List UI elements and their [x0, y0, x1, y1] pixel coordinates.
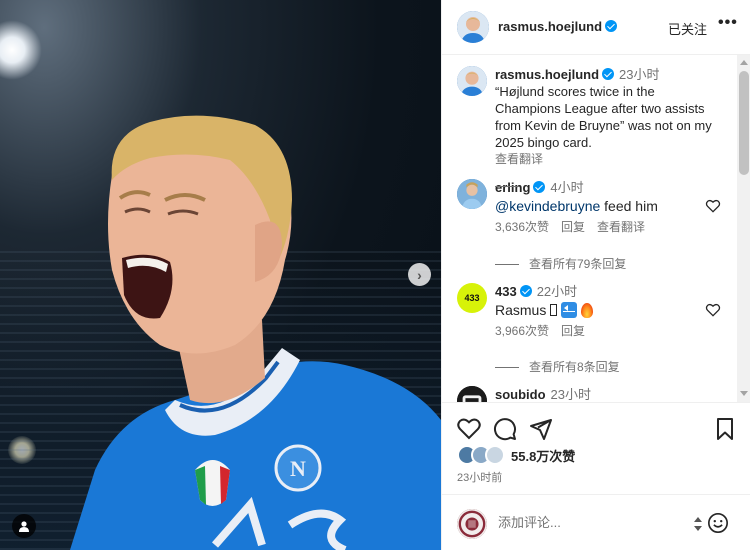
instagram-post-viewer: N › rasmus.hoejlund 已关注 ••• rasmus.hoejl…	[0, 0, 750, 550]
current-user-avatar[interactable]	[457, 509, 487, 539]
next-photo-button[interactable]: ›	[408, 263, 431, 286]
tofu-glyph-icon	[550, 304, 558, 316]
heart-icon[interactable]	[705, 199, 721, 213]
scroll-up-icon[interactable]	[740, 60, 748, 65]
caption-avatar[interactable]	[457, 66, 487, 96]
player-illustration: N	[70, 115, 441, 550]
liker-avatar	[485, 445, 505, 465]
comment-text-body: Rasmus	[495, 302, 551, 318]
verified-icon	[602, 68, 615, 80]
author-name-row: rasmus.hoejlund	[498, 19, 618, 34]
comment-mention-link[interactable]: @kevindebruyne	[495, 198, 600, 214]
comment-translate-link[interactable]: 查看翻译	[597, 220, 645, 234]
heart-icon[interactable]	[705, 303, 721, 317]
avatar-image	[457, 386, 487, 402]
avatar-image	[457, 66, 487, 96]
caption-text: “Højlund scores twice in the Champions L…	[495, 84, 712, 150]
comment-meta: 3,966次赞 回复	[495, 323, 715, 340]
caption-time: 23小时	[619, 67, 660, 82]
commenter-avatar[interactable]	[457, 386, 487, 402]
chevron-right-icon: ›	[417, 266, 422, 283]
input-stepper-icon[interactable]	[693, 516, 703, 532]
caption-username[interactable]: rasmus.hoejlund	[495, 67, 599, 82]
comment-time: 22小时	[536, 284, 578, 299]
avatar-image	[457, 509, 487, 539]
post-side-panel: rasmus.hoejlund 已关注 ••• rasmus.hoejlund …	[441, 0, 750, 550]
comments-list[interactable]: rasmus.hoejlund 23小时 “Højlund scores twic…	[442, 55, 737, 402]
avatar-433-label: 433	[464, 293, 480, 303]
verified-icon	[519, 285, 532, 297]
comment-likes[interactable]: 3,966次赞	[495, 324, 549, 338]
avatar-image	[457, 179, 487, 209]
verified-icon	[605, 20, 618, 32]
caption-translate-link[interactable]: 查看翻译	[495, 151, 715, 168]
scroll-thumb[interactable]	[739, 71, 749, 175]
post-actions: 55.8万次赞 23小时前	[442, 402, 750, 494]
bookmark-icon[interactable]	[713, 417, 737, 441]
caption-body: rasmus.hoejlund 23小时 “Højlund scores twic…	[495, 66, 715, 168]
likes-count[interactable]: 55.8万次赞	[511, 446, 575, 465]
tagged-users-button[interactable]	[12, 514, 36, 538]
add-comment-input[interactable]	[498, 515, 678, 530]
view-replies-link[interactable]	[495, 179, 529, 193]
comment-reply-button[interactable]: 回复	[561, 324, 585, 338]
fire-emoji-icon	[581, 303, 594, 318]
commenter-username[interactable]: soubido	[495, 387, 546, 402]
comment-reply-button[interactable]: 回复	[561, 220, 585, 234]
add-comment-bar	[442, 494, 750, 550]
comment-time: 23小时	[550, 387, 592, 402]
like-heart-icon[interactable]	[457, 417, 481, 441]
comment-text: @kevindebruyne feed him	[495, 198, 715, 215]
post-timestamp[interactable]: 23小时前	[457, 469, 502, 485]
emoji-icon[interactable]	[707, 512, 729, 534]
comment-text-body: feed him	[600, 198, 658, 214]
back-emoji-icon	[561, 302, 578, 318]
svg-text:N: N	[290, 456, 306, 481]
commenter-avatar[interactable]: 433	[457, 283, 487, 313]
commenter-avatar[interactable]	[457, 179, 487, 209]
author-avatar[interactable]	[457, 11, 489, 43]
share-icon[interactable]	[529, 417, 553, 441]
comment-time: 4小时	[550, 180, 584, 195]
comment-text: Rasmus	[495, 302, 715, 319]
following-button[interactable]: 已关注	[668, 19, 707, 38]
likes-summary[interactable]: 55.8万次赞	[457, 445, 575, 465]
scroll-down-icon[interactable]	[740, 391, 748, 396]
post-header: rasmus.hoejlund 已关注 •••	[442, 0, 750, 55]
user-tag-icon	[19, 521, 29, 532]
more-options-icon[interactable]: •••	[718, 14, 738, 32]
comment-meta: 3,636次赞 回复 查看翻译	[495, 219, 715, 236]
view-replies-link[interactable]: 查看所有79条回复	[495, 255, 626, 272]
post-photo[interactable]: N ›	[0, 0, 441, 550]
commenter-username[interactable]: 433	[495, 284, 517, 299]
author-username[interactable]: rasmus.hoejlund	[498, 19, 602, 34]
comments-scrollbar[interactable]	[737, 55, 750, 402]
comment-body: 433 22小时 Rasmus 3,966次赞 回复	[495, 283, 715, 340]
comment-likes[interactable]: 3,636次赞	[495, 220, 549, 234]
view-replies-link[interactable]: 查看所有8条回复	[495, 358, 620, 375]
comment-icon[interactable]	[493, 417, 517, 441]
verified-icon	[533, 181, 546, 193]
comment-body: soubido 23小时	[495, 386, 715, 402]
avatar-image	[457, 11, 489, 43]
